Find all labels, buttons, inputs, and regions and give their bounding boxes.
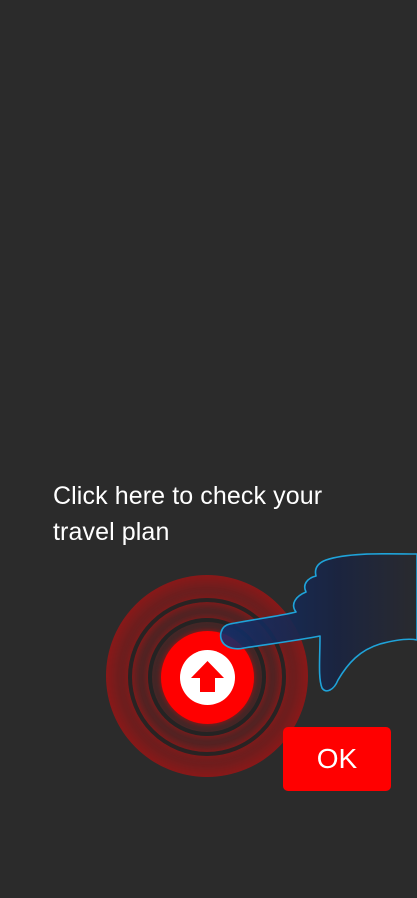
tutorial-overlay: Click here to check your travel plan OK (0, 0, 417, 898)
coach-mark-message: Click here to check your travel plan (53, 482, 323, 546)
ok-button[interactable]: OK (283, 727, 391, 791)
pointing-hand-icon (219, 552, 417, 692)
